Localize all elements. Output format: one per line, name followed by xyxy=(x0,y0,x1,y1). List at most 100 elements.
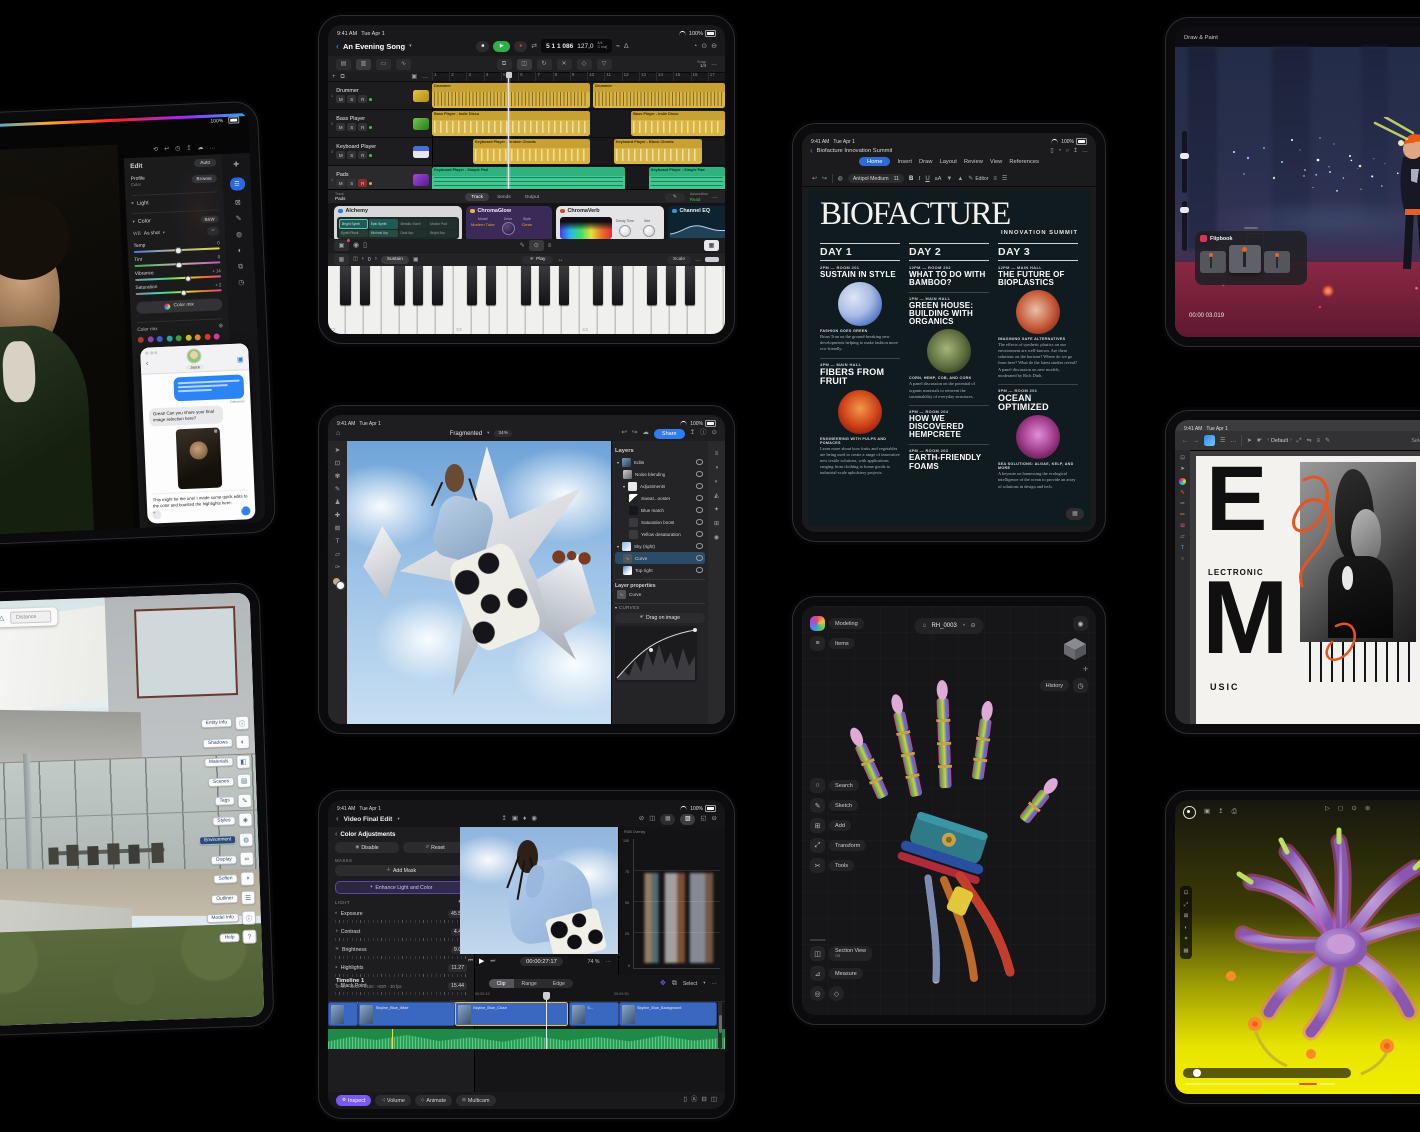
chevron-down-icon[interactable]: ▾ xyxy=(409,44,412,49)
pen-icon[interactable]: ✎ xyxy=(1325,438,1330,444)
layer-row-selected[interactable]: ∿Curve xyxy=(615,552,705,564)
segment-edge[interactable]: Edge xyxy=(545,979,573,988)
display-button[interactable]: Display∞ xyxy=(200,852,254,868)
painting-canvas[interactable] xyxy=(1175,47,1420,337)
items-button[interactable]: Items xyxy=(829,638,855,649)
orbit-icon[interactable]: ◎ xyxy=(810,986,825,1001)
record-enable-button[interactable]: R xyxy=(358,123,367,131)
node-tool-icon[interactable]: ☛ xyxy=(1257,438,1262,444)
photo-canvas[interactable] xyxy=(0,145,134,537)
add-icon[interactable]: ⊞ xyxy=(810,818,825,833)
ideas-bulb-icon[interactable]: ◍ xyxy=(838,176,843,182)
pencil-tool-icon[interactable]: ✎ xyxy=(520,243,525,249)
soften-icon[interactable]: ◑ xyxy=(240,871,254,885)
share-icon[interactable]: ↥ xyxy=(186,145,191,151)
piano-keyboard[interactable]: C2 C3 C4 xyxy=(328,266,725,334)
camera-icon[interactable]: ▣ xyxy=(334,240,349,251)
record-enable-button[interactable]: R xyxy=(358,179,367,187)
bold-button[interactable]: B xyxy=(909,176,913,182)
track-row-drummer[interactable]: 1 Drummer MSR xyxy=(328,82,432,110)
preset-cell[interactable]: Epic Synth xyxy=(369,219,398,229)
italic-button[interactable]: I xyxy=(918,176,920,182)
tab-view[interactable]: View xyxy=(990,159,1002,165)
camera-icon[interactable]: ▣ xyxy=(512,816,518,823)
tags-button[interactable]: Tags✎ xyxy=(198,794,252,810)
messages-window[interactable]: ‹ Joyce ▣ Delivered Great! Can you share… xyxy=(140,343,256,524)
camera-icon[interactable]: ⊡ xyxy=(1184,891,1189,897)
zoom-level[interactable]: 34% xyxy=(494,430,512,437)
chevron-right-icon[interactable]: › xyxy=(1290,438,1292,443)
color-mix-button[interactable]: Color mix xyxy=(136,298,222,314)
swatch-red2[interactable] xyxy=(204,334,210,340)
frame-icon[interactable]: ⤢ xyxy=(1184,903,1188,909)
dismiss-keyboard-button[interactable]: ▦ xyxy=(1066,508,1084,520)
inspect-button[interactable]: ⚙Inspect xyxy=(336,1095,371,1106)
octave-down-icon[interactable]: ‹ xyxy=(362,256,364,263)
redo-icon[interactable]: ↪ xyxy=(822,176,827,182)
flip-icon[interactable]: ⇋ xyxy=(1307,438,1312,444)
grid-icon[interactable]: ▦ xyxy=(1183,949,1188,955)
solo-button[interactable]: S xyxy=(347,95,356,103)
forward-icon[interactable]: → xyxy=(1193,438,1199,444)
timeline-clip-selected[interactable]: Skyline_Blue_Close xyxy=(455,1002,568,1026)
export-icon[interactable]: ↥ xyxy=(1218,809,1223,816)
pencil-icon[interactable]: ✏ xyxy=(1180,513,1185,519)
text-icon[interactable]: T xyxy=(1181,546,1184,552)
section-view-icon[interactable]: ◫ xyxy=(810,946,825,961)
close-icon[interactable]: ⊗ xyxy=(219,324,224,330)
video-track[interactable]: Skyline_Blue_Wide Skyline_Blue_Close S..… xyxy=(328,1001,725,1027)
mixer-view-icon[interactable]: ▥ xyxy=(356,59,371,70)
document-title[interactable]: Biofacture Innovation Summit xyxy=(817,148,893,154)
record-enable-button[interactable]: R xyxy=(358,151,367,159)
versions-icon[interactable]: ⧉ xyxy=(238,263,243,270)
timeline-clip[interactable] xyxy=(328,1002,358,1026)
temp-slider[interactable]: Temp0 xyxy=(134,240,220,253)
modeling-button[interactable]: Modeling xyxy=(829,618,864,629)
lock-icon[interactable]: ▣ xyxy=(1204,809,1210,816)
document-pill[interactable]: ⌂ RH_0003 ◔ ⊖ xyxy=(915,618,984,634)
style-value[interactable]: Clean xyxy=(522,222,532,227)
undo-icon[interactable]: ↩ xyxy=(164,146,169,152)
play-surface-button[interactable]: ☛Play xyxy=(522,256,553,264)
animate-button[interactable]: ◇Animate xyxy=(415,1095,452,1106)
add-track-icon[interactable]: + xyxy=(332,74,336,80)
color-swatches[interactable] xyxy=(138,334,224,344)
play-icon[interactable]: ▷ xyxy=(1325,806,1330,813)
preset-cell[interactable]: Bright Arp xyxy=(428,230,457,238)
chevron-down-icon[interactable]: ▾ xyxy=(487,431,489,436)
black-key[interactable] xyxy=(467,266,477,305)
auto-button[interactable]: Auto xyxy=(194,158,216,167)
glissando-icon[interactable]: ↔ xyxy=(557,257,563,263)
tab-sends[interactable]: Sends xyxy=(491,193,517,201)
plugin-channeleq[interactable]: Channel EQ xyxy=(668,206,725,242)
font-picker[interactable]: Antipol Medium11 xyxy=(848,174,904,183)
preset-cell[interactable]: Minimal Arp xyxy=(369,230,398,238)
styles-button[interactable]: Styles◈ xyxy=(198,813,252,829)
model-info-button[interactable]: Model Infoⓘ xyxy=(202,910,256,926)
split-icon[interactable]: ◫ xyxy=(711,1097,717,1104)
tab-references[interactable]: References xyxy=(1009,159,1039,165)
pencil-icon[interactable]: ✎ xyxy=(665,193,685,202)
region-keys-2[interactable]: Keyboard Player - Block Chords xyxy=(614,139,702,164)
song-title[interactable]: An Evening Song xyxy=(343,42,405,51)
black-key[interactable] xyxy=(521,266,531,305)
lcd-display[interactable]: 5 1 1 086 127,0 4/4C maj xyxy=(541,39,612,53)
edit-selected-icon[interactable]: ☲ xyxy=(229,177,245,191)
tab-insert[interactable]: Insert xyxy=(897,159,912,165)
swatch-yellow[interactable] xyxy=(185,335,191,341)
layer-row[interactable]: ▾Sky (right) xyxy=(615,540,705,552)
region-keys-1[interactable]: Keyboard Player - Broken Chords xyxy=(473,139,590,164)
send-button[interactable]: ↑ xyxy=(241,506,250,515)
help-icon[interactable]: ? xyxy=(242,930,256,944)
chevron-down-icon[interactable]: ▾ xyxy=(703,981,705,986)
tab-output[interactable]: Output xyxy=(519,193,545,201)
visibility-icon[interactable] xyxy=(696,471,703,476)
light-icon[interactable]: ✦ xyxy=(1184,937,1189,943)
marquee-icon[interactable]: ◇ xyxy=(577,59,592,70)
bass-instrument-icon[interactable] xyxy=(413,118,429,130)
close-icon[interactable]: ⊗ xyxy=(214,429,218,434)
keyboard-split-icon[interactable]: ◫ xyxy=(353,257,358,262)
share-icon[interactable]: ↥ xyxy=(1073,148,1078,154)
project-title[interactable]: Video Final Edit xyxy=(344,816,393,823)
editor-icon[interactable]: ✎ xyxy=(968,176,973,182)
